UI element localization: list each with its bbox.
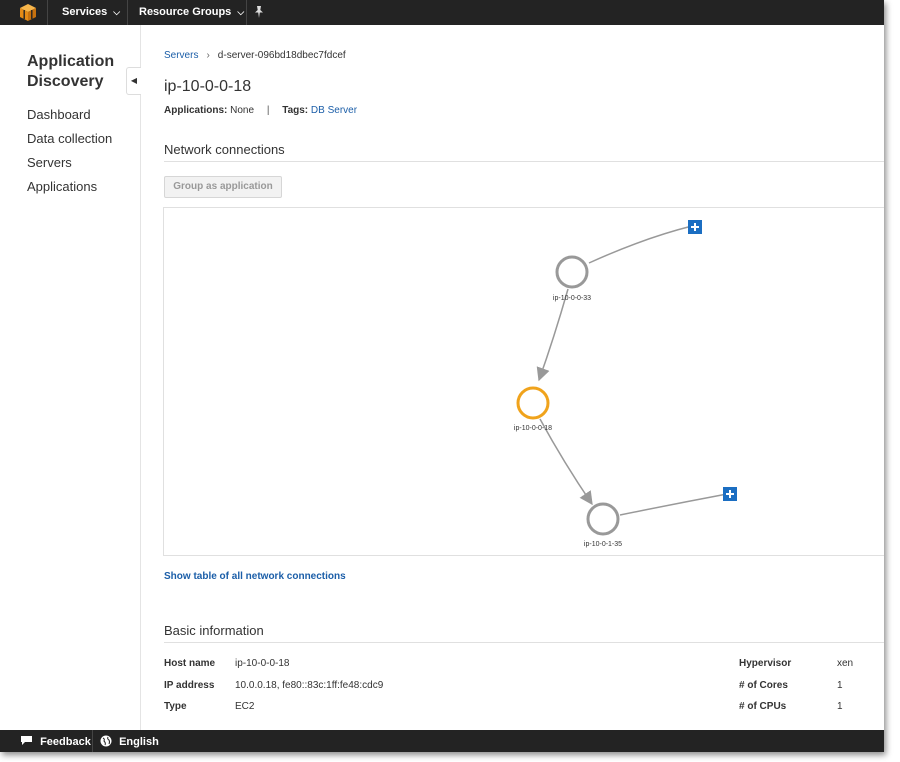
- expand-node-button[interactable]: [723, 487, 737, 501]
- breadcrumb-current: d-server-096bd18dbec7fdcef: [217, 50, 346, 61]
- server-node-icon: [555, 255, 589, 289]
- network-graph[interactable]: ip-10-0-0-33 ip-10-0-0-18 ip-10-0-1-35: [163, 207, 884, 556]
- server-meta: Applications: None | Tags: DB Server: [164, 105, 357, 116]
- caret-left-icon: ◀: [130, 76, 138, 85]
- show-connections-table-link[interactable]: Show table of all network connections: [164, 571, 346, 582]
- meta-separator: |: [266, 105, 270, 116]
- cpus-label: # of CPUs: [739, 701, 787, 712]
- node-label: ip-10-0-0-33: [553, 295, 591, 302]
- ip-address-label: IP address: [164, 680, 215, 691]
- cores-label: # of Cores: [739, 680, 788, 691]
- page-title: ip-10-0-0-18: [164, 78, 252, 95]
- section-divider: [164, 642, 884, 643]
- type-label: Type: [164, 701, 187, 712]
- sidebar: Application Discovery ◀ Dashboard Data c…: [0, 25, 141, 730]
- chevron-down-icon: ⌵: [237, 7, 245, 17]
- network-connections-heading: Network connections: [164, 142, 285, 157]
- nav-divider: [127, 0, 128, 25]
- graph-node-selected[interactable]: ip-10-0-0-18: [514, 386, 552, 432]
- resource-groups-menu-label: Resource Groups: [139, 6, 232, 18]
- pin-icon[interactable]: [253, 5, 265, 19]
- applications-value: None: [230, 105, 255, 116]
- node-label: ip-10-0-0-18: [514, 425, 552, 432]
- expand-node-button[interactable]: [688, 220, 702, 234]
- footer-bar: Feedback English: [0, 730, 884, 752]
- sidebar-item-servers[interactable]: Servers: [27, 155, 72, 170]
- server-node-icon: [586, 502, 620, 536]
- nav-divider: [47, 0, 48, 25]
- hypervisor-label: Hypervisor: [739, 658, 792, 669]
- resource-groups-menu[interactable]: Resource Groups ⌵: [139, 6, 244, 18]
- services-menu[interactable]: Services ⌵: [62, 6, 120, 18]
- connection-edge: [588, 225, 693, 264]
- graph-node[interactable]: ip-10-0-0-33: [553, 255, 591, 302]
- aws-logo-icon[interactable]: [18, 3, 38, 22]
- tags-value-link[interactable]: DB Server: [311, 105, 357, 116]
- language-label: English: [119, 736, 159, 748]
- network-graph-canvas: ip-10-0-0-33 ip-10-0-0-18 ip-10-0-1-35: [514, 220, 737, 548]
- globe-icon: [100, 735, 112, 747]
- cores-value: 1: [837, 680, 843, 691]
- breadcrumb-servers-link[interactable]: Servers: [164, 50, 198, 61]
- section-divider: [164, 161, 884, 162]
- hypervisor-value: xen: [837, 658, 854, 669]
- top-navigation: Services ⌵ Resource Groups ⌵: [0, 0, 884, 25]
- feedback-label: Feedback: [40, 736, 91, 748]
- breadcrumb: Servers › d-server-096bd18dbec7fdcef: [164, 50, 346, 61]
- basic-information-heading: Basic information: [164, 623, 264, 638]
- nav-divider: [246, 0, 247, 25]
- main-content: Servers › d-server-096bd18dbec7fdcef ip-10…: [141, 25, 884, 730]
- sidebar-item-applications[interactable]: Applications: [27, 179, 97, 194]
- footer-divider: [92, 730, 93, 752]
- sidebar-item-dashboard[interactable]: Dashboard: [27, 107, 91, 122]
- chevron-right-icon: ›: [206, 50, 210, 61]
- feedback-button[interactable]: Feedback: [20, 735, 91, 748]
- app-window: Services ⌵ Resource Groups ⌵ Application D…: [0, 0, 884, 752]
- chevron-down-icon: ⌵: [113, 7, 121, 17]
- graph-node[interactable]: ip-10-0-1-35: [584, 502, 622, 548]
- language-selector[interactable]: English: [100, 735, 159, 748]
- server-node-icon: [516, 386, 550, 420]
- node-label: ip-10-0-1-35: [584, 541, 622, 548]
- host-name-label: Host name: [164, 658, 216, 669]
- ip-address-value: 10.0.0.18, fe80::83c:1ff:fe48:cdc9: [235, 680, 384, 691]
- speech-bubble-icon: [21, 736, 32, 745]
- connection-edge: [619, 493, 728, 516]
- type-value: EC2: [235, 701, 255, 712]
- applications-label: Applications:: [164, 105, 228, 116]
- cpus-value: 1: [837, 701, 843, 712]
- tags-label: Tags:: [282, 105, 309, 116]
- services-menu-label: Services: [62, 6, 108, 18]
- sidebar-item-data-collection[interactable]: Data collection: [27, 131, 112, 146]
- sidebar-title: Application Discovery: [27, 53, 115, 90]
- collapse-sidebar-button[interactable]: ◀: [126, 67, 141, 95]
- host-name-value: ip-10-0-0-18: [235, 658, 290, 669]
- group-as-application-button[interactable]: Group as application: [164, 176, 282, 198]
- connection-edge: [536, 288, 569, 382]
